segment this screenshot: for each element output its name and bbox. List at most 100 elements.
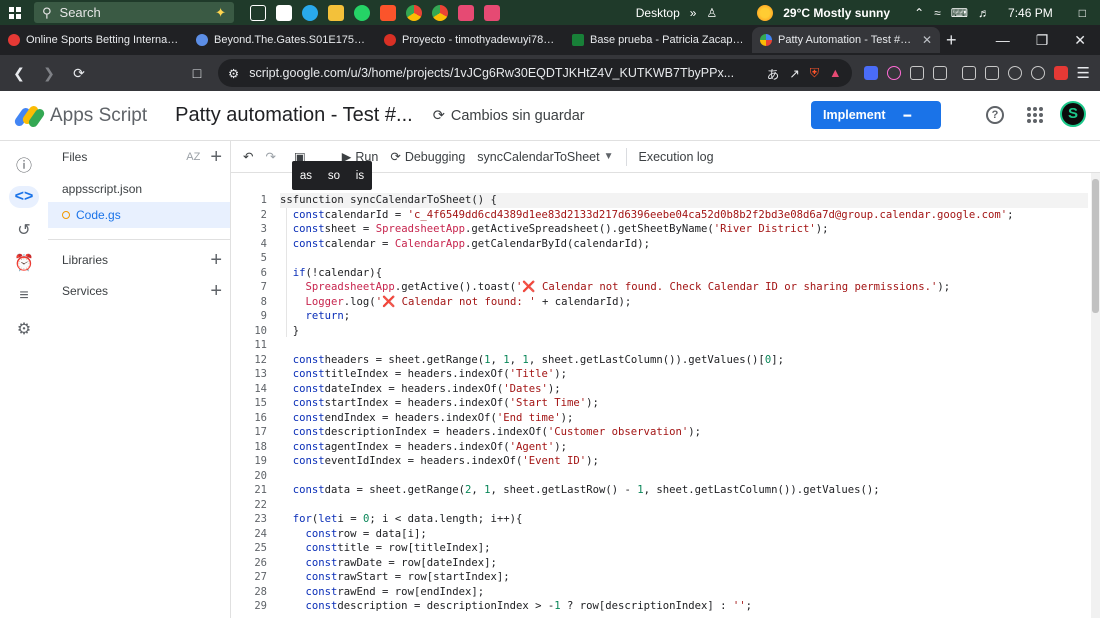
editor-icon[interactable]: <> (9, 186, 39, 208)
taskbar-search[interactable]: ⚲ Search ✦ (34, 2, 234, 23)
people-icon[interactable]: ♙ (706, 6, 717, 20)
volume-icon[interactable]: ♬ (978, 6, 990, 20)
code-line[interactable]: constrawEnd = row[endIndex]; (280, 585, 1088, 600)
add-library-button[interactable]: + (210, 250, 222, 270)
project-title[interactable]: Patty automation - Test #... (175, 104, 413, 127)
code-line[interactable]: constagentIndex = headers.indexOf('Agent… (280, 440, 1088, 455)
code-line[interactable]: Logger.log('❌ Calendar not found: ' + ca… (280, 295, 1088, 310)
folder-icon[interactable] (328, 4, 344, 21)
window-close-icon[interactable]: ✕ (1074, 32, 1086, 49)
code-line[interactable]: constsheet = SpreadsheetApp.getActiveSpr… (280, 222, 1088, 237)
execution-log-button[interactable]: Execution log (633, 141, 720, 173)
code-line[interactable]: return; (280, 309, 1088, 324)
suggestion-item[interactable]: so (328, 170, 340, 182)
add-file-button[interactable]: + (210, 147, 222, 167)
implement-button[interactable]: Implement ━​ (811, 101, 941, 129)
sidebar-icon[interactable] (961, 66, 976, 80)
add-service-button[interactable]: + (210, 281, 222, 301)
profile-icon[interactable] (1053, 66, 1068, 80)
file-item-appsscript-json[interactable]: appsscript.json (48, 176, 230, 202)
project-history-icon[interactable]: ↺ (9, 219, 39, 241)
brave-icon[interactable] (380, 4, 396, 21)
code-line[interactable]: constcalendar = CalendarApp.getCalendarB… (280, 237, 1088, 252)
site-info-icon[interactable]: ⚙ (228, 66, 239, 81)
address-bar[interactable]: ⚙ script.google.com/u/3/home/projects/1v… (218, 59, 852, 87)
close-icon[interactable]: ✕ (922, 33, 932, 47)
extension-icon[interactable] (863, 66, 878, 80)
weather-label[interactable]: 29°C Mostly sunny (783, 6, 890, 20)
windows-start-icon[interactable] (4, 2, 26, 24)
app-icon[interactable] (276, 4, 292, 21)
code-line[interactable]: constdescription = descriptionIndex > -1… (280, 599, 1088, 614)
redo-button[interactable]: ↷ (259, 141, 281, 173)
browser-tab[interactable]: Online Sports Betting Internationa (0, 27, 188, 53)
forward-icon[interactable]: ❯ (40, 65, 58, 82)
scrollbar-thumb[interactable] (1092, 179, 1099, 313)
wallet-icon[interactable] (984, 66, 999, 80)
browser-tab-active[interactable]: Patty Automation - Test #2 Eli ✕ (752, 27, 940, 53)
restore-icon[interactable]: ❐ (1036, 32, 1049, 49)
browser-tab[interactable]: Proyecto - timothyadewuyi78@gm (376, 27, 564, 53)
code-line[interactable]: } (280, 324, 1088, 339)
url-text[interactable]: script.google.com/u/3/home/projects/1vJC… (249, 66, 757, 80)
minimize-icon[interactable]: — (996, 32, 1010, 49)
settings-icon[interactable]: ⚙ (9, 318, 39, 340)
code-line[interactable]: SpreadsheetApp.getActive().toast('❌ Cale… (280, 280, 1088, 295)
code-line[interactable] (280, 251, 1088, 266)
google-apps-icon[interactable] (1027, 107, 1043, 123)
code-line[interactable]: for(leti = 0; i < data.length; i++){ (280, 512, 1088, 527)
keyboard-icon[interactable]: ⌨ (951, 6, 968, 20)
code-line[interactable] (280, 338, 1088, 353)
code-line[interactable]: constheaders = sheet.getRange(1, 1, 1, s… (280, 353, 1088, 368)
chrome-icon[interactable] (406, 4, 422, 21)
code-line[interactable] (280, 498, 1088, 513)
help-icon[interactable]: ? (986, 106, 1004, 124)
share-icon[interactable]: ↗ (789, 66, 799, 81)
extension-icon[interactable] (886, 66, 901, 80)
translate-icon[interactable]: あ (767, 64, 780, 83)
code-line[interactable]: constcalendarId = 'c_4f6549dd6cd4389d1ee… (280, 208, 1088, 223)
file-item-code-gs[interactable]: Code.gs (48, 202, 230, 228)
notification-icon[interactable]: □ (1079, 6, 1086, 20)
back-icon[interactable]: ❮ (10, 65, 28, 82)
telegram-icon[interactable] (302, 4, 318, 21)
code-line[interactable]: constdateIndex = headers.indexOf('Dates'… (280, 382, 1088, 397)
code-content[interactable]: ssfunction syncCalendarToSheet() { const… (280, 193, 1088, 614)
brave-profile-icon[interactable] (458, 4, 474, 21)
browser-tab[interactable]: Base prueba - Patricia Zacapa - Ag (564, 27, 752, 53)
code-line[interactable]: consttitleIndex = headers.indexOf('Title… (280, 367, 1088, 382)
bookmark-icon[interactable]: □ (188, 65, 206, 81)
browser-tab[interactable]: Beyond.The.Gates.S01E175.540p.X (188, 27, 376, 53)
code-line[interactable]: conststartIndex = headers.indexOf('Start… (280, 396, 1088, 411)
new-tab-icon[interactable]: + (946, 30, 957, 51)
vpn-icon[interactable] (1030, 66, 1045, 80)
code-line[interactable]: ssfunction syncCalendarToSheet() { (280, 193, 1088, 208)
suggestion-item[interactable]: as (300, 170, 312, 182)
extensions-puzzle-icon[interactable] (909, 66, 924, 80)
undo-button[interactable]: ↶ (237, 141, 259, 173)
chevron-up-icon[interactable]: ⌃ (914, 6, 924, 20)
wifi-icon[interactable]: ≈ (934, 6, 941, 20)
code-line[interactable]: constrawStart = row[startIndex]; (280, 570, 1088, 585)
code-line[interactable]: constdescriptionIndex = headers.indexOf(… (280, 425, 1088, 440)
triggers-icon[interactable]: ⏰ (9, 252, 39, 274)
reload-icon[interactable]: ⟳ (70, 65, 88, 82)
apps-script-logo-icon[interactable] (13, 103, 46, 129)
whatsapp-icon[interactable] (354, 4, 370, 21)
function-select[interactable]: syncCalendarToSheet ▼ (471, 141, 619, 173)
code-line[interactable]: if(!calendar){ (280, 266, 1088, 281)
code-line[interactable] (280, 469, 1088, 484)
screenshot-icon[interactable] (932, 66, 947, 80)
code-line[interactable]: constdata = sheet.getRange(2, 1, sheet.g… (280, 483, 1088, 498)
code-line[interactable]: constrow = data[i]; (280, 527, 1088, 542)
code-line[interactable]: constrawDate = row[dateIndex]; (280, 556, 1088, 571)
brave-profile-2-icon[interactable] (484, 4, 500, 21)
brave-rewards-icon[interactable]: ▲ (829, 66, 841, 80)
sort-files-icon[interactable]: AZ (186, 151, 200, 163)
executions-icon[interactable]: ≡ (9, 285, 39, 307)
code-line[interactable]: constendIndex = headers.indexOf('End tim… (280, 411, 1088, 426)
clock-label[interactable]: 7:46 PM (1008, 6, 1053, 20)
overview-icon[interactable]: ⓘ (9, 153, 39, 175)
desktop-label[interactable]: Desktop (636, 6, 680, 20)
editor-scrollbar[interactable] (1091, 173, 1100, 618)
